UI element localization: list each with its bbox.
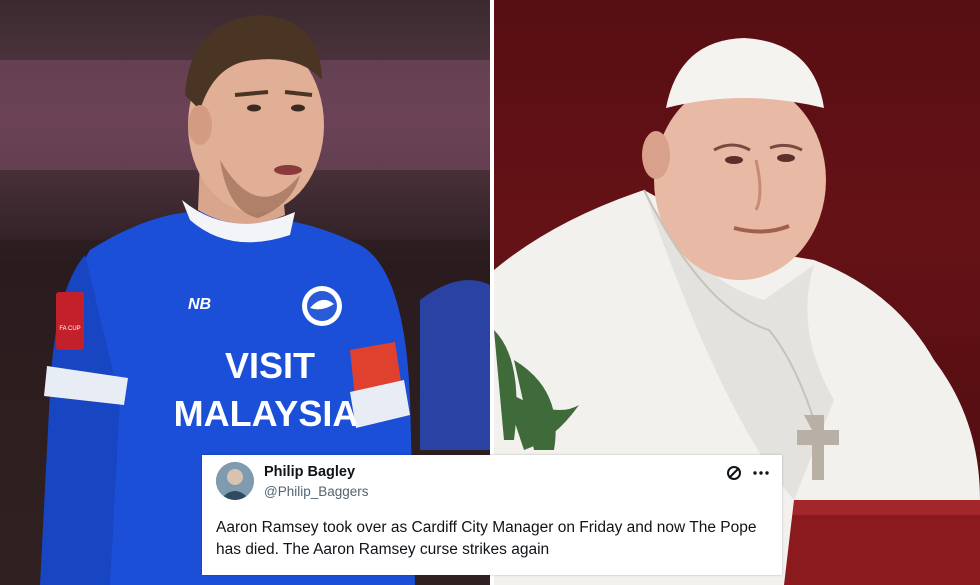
grok-icon[interactable] [726,465,742,481]
user-avatar[interactable] [216,462,254,500]
avatar-image [216,462,254,500]
shirt-text-malaysia: MALAYSIA [174,393,359,434]
shirt-text-visit: VISIT [225,345,315,386]
shirt-brand-logo: NB [188,296,211,313]
more-options-icon[interactable] [752,465,770,481]
tweet-display-name[interactable]: Philip Bagley [264,464,355,480]
tweet-actions [726,465,770,481]
tweet-text: Aaron Ramsey took over as Cardiff City M… [216,519,757,558]
fa-cup-badge-text: FA CUP [59,326,80,332]
tweet-handle[interactable]: @Philip_Baggers [264,484,369,499]
tweet-card[interactable]: Philip Bagley @Philip_Baggers Aaron Rams… [202,455,782,575]
